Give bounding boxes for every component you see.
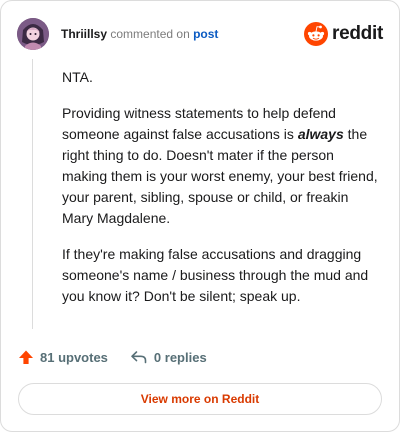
reply-icon <box>131 351 147 364</box>
reply-button[interactable]: 0 replies <box>130 349 207 365</box>
action-text: commented on <box>110 27 190 41</box>
reddit-logo[interactable]: reddit <box>304 22 383 46</box>
comment-paragraph-1: NTA. <box>62 69 93 85</box>
reddit-snoo-icon <box>304 22 329 46</box>
username[interactable]: Thriillsy <box>61 27 107 41</box>
avatar-image <box>17 18 49 50</box>
comment-paragraph-3: If they're making false accusations and … <box>62 246 369 304</box>
embedded-comment-card: Thriillsy commented on post reddit NTA. … <box>0 0 400 432</box>
post-link[interactable]: post <box>193 27 218 41</box>
reply-count: 0 replies <box>153 349 207 365</box>
comment-meta: Thriillsy commented on post <box>61 27 218 41</box>
comment-paragraph-2: Providing witness statements to help def… <box>62 103 378 229</box>
upvote-button[interactable]: 81 upvotes <box>18 349 108 365</box>
emphasis-always: always <box>297 126 344 142</box>
paragraph-2-text-start: Providing witness statements to help def… <box>62 105 336 142</box>
reddit-wordmark: reddit <box>332 23 383 44</box>
comment-actions: 81 upvotes 0 replies <box>18 349 207 365</box>
thread-line <box>32 59 33 329</box>
comment-body: NTA. Providing witness statements to hel… <box>62 67 378 322</box>
upvote-arrow-icon <box>19 350 33 364</box>
view-more-button[interactable]: View more on Reddit <box>18 383 382 415</box>
upvote-count: 81 upvotes <box>40 349 108 365</box>
comment-header: Thriillsy commented on post reddit <box>17 17 383 51</box>
user-avatar[interactable] <box>17 18 49 50</box>
